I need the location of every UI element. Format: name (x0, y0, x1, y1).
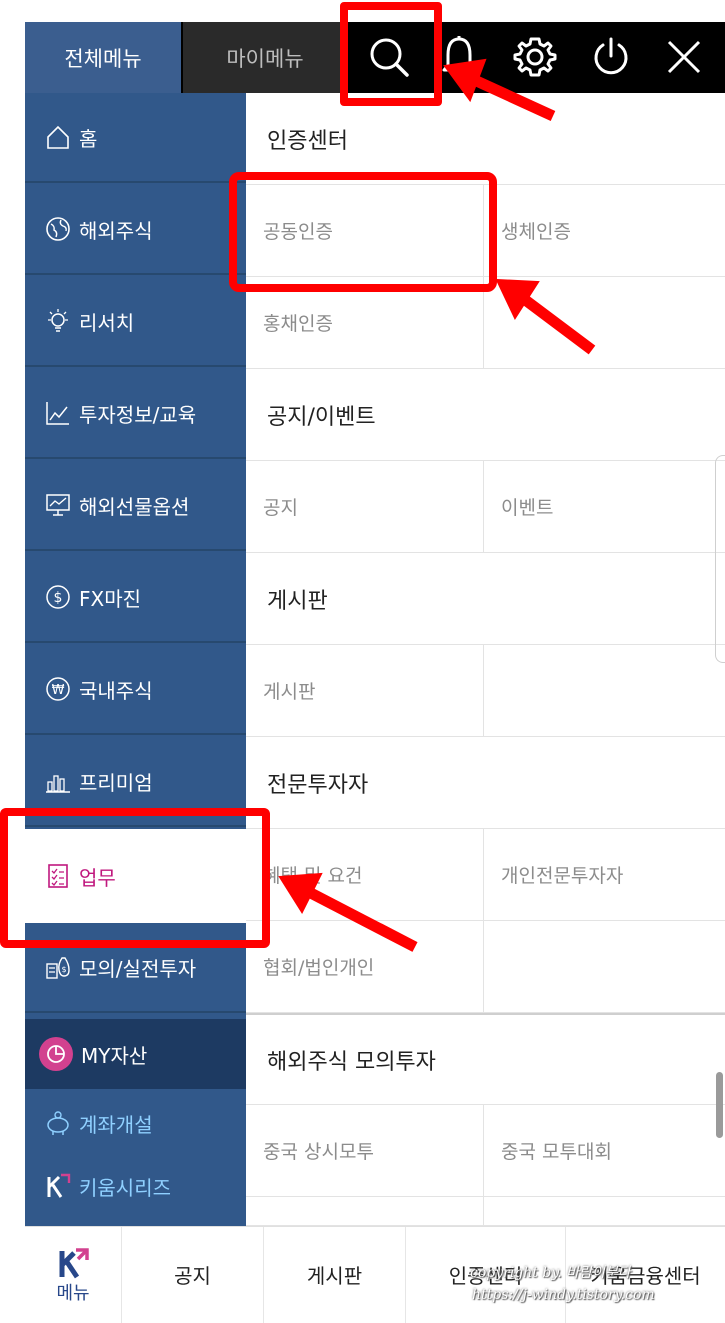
watermark-line1: copyright by. 바람이분다 (470, 1265, 631, 1281)
annotation-arrows (278, 58, 596, 952)
watermark-line2: https://j-windy.tistory.com (472, 1287, 655, 1303)
